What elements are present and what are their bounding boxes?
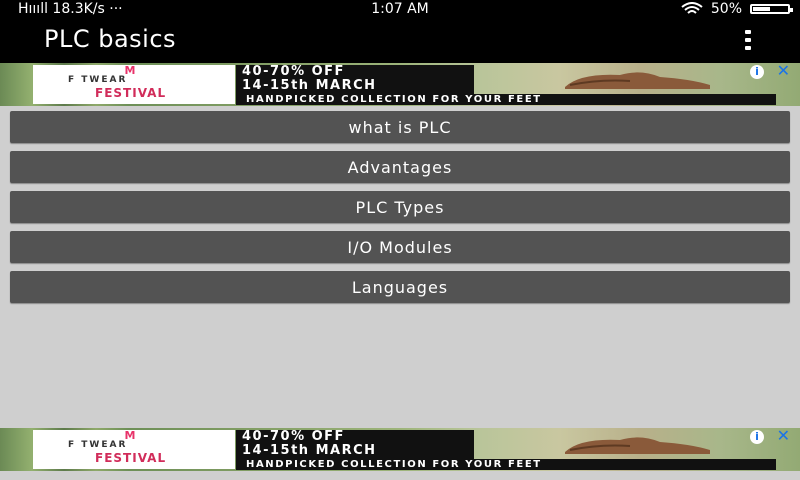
plc-types-button[interactable]: PLC Types [10, 191, 790, 223]
ad-headline-2: 14-15th MARCH [242, 443, 377, 458]
status-icons: 50% [681, 0, 793, 18]
shoe-image-icon [565, 72, 710, 89]
ad-headline-1: 40-70% OFF [242, 64, 345, 79]
page-title: PLC basics [44, 25, 177, 53]
ad-tagline: HANDPICKED COLLECTION FOR YOUR FEET [236, 459, 776, 470]
ad-close-icon[interactable]: ✕ [777, 63, 790, 79]
wifi-icon [681, 2, 703, 14]
ad-banner-top[interactable]: M F TWEAR FESTIVAL 40-70% OFF 14-15th MA… [0, 63, 800, 106]
battery-icon [750, 4, 793, 14]
shoe-image-icon [565, 437, 710, 454]
ad-brand-line1: F TWEAR [68, 440, 128, 450]
overflow-menu-icon[interactable] [744, 30, 752, 50]
app-bar: PLC basics [0, 18, 800, 63]
ad-tagline: HANDPICKED COLLECTION FOR YOUR FEET [236, 94, 776, 105]
io-modules-button[interactable]: I/O Modules [10, 231, 790, 263]
ad-brand-line1: F TWEAR [68, 75, 128, 85]
ad-headline-1: 40-70% OFF [242, 429, 345, 444]
topic-menu: what is PLC Advantages PLC Types I/O Mod… [10, 111, 790, 311]
ad-brand-logo: M F TWEAR FESTIVAL [33, 65, 235, 104]
ad-info-icon[interactable]: i [750, 65, 764, 79]
ad-brand-line2: FESTIVAL [95, 451, 167, 465]
ad-headline: 40-70% OFF 14-15th MARCH [236, 430, 474, 460]
what-is-plc-button[interactable]: what is PLC [10, 111, 790, 143]
battery-percent: 50% [710, 1, 742, 17]
ad-headline: 40-70% OFF 14-15th MARCH [236, 65, 474, 95]
ad-brand-logo: M F TWEAR FESTIVAL [33, 430, 235, 469]
ad-close-icon[interactable]: ✕ [777, 428, 790, 444]
ad-banner-bottom[interactable]: M F TWEAR FESTIVAL 40-70% OFF 14-15th MA… [0, 428, 800, 471]
ad-brand-line2: FESTIVAL [95, 86, 167, 100]
advantages-button[interactable]: Advantages [10, 151, 790, 183]
status-bar: Hıııll 18.3K/s ··· 1:07 AM 50% [0, 0, 800, 18]
ad-headline-2: 14-15th MARCH [242, 78, 377, 93]
ad-info-icon[interactable]: i [750, 430, 764, 444]
languages-button[interactable]: Languages [10, 271, 790, 303]
